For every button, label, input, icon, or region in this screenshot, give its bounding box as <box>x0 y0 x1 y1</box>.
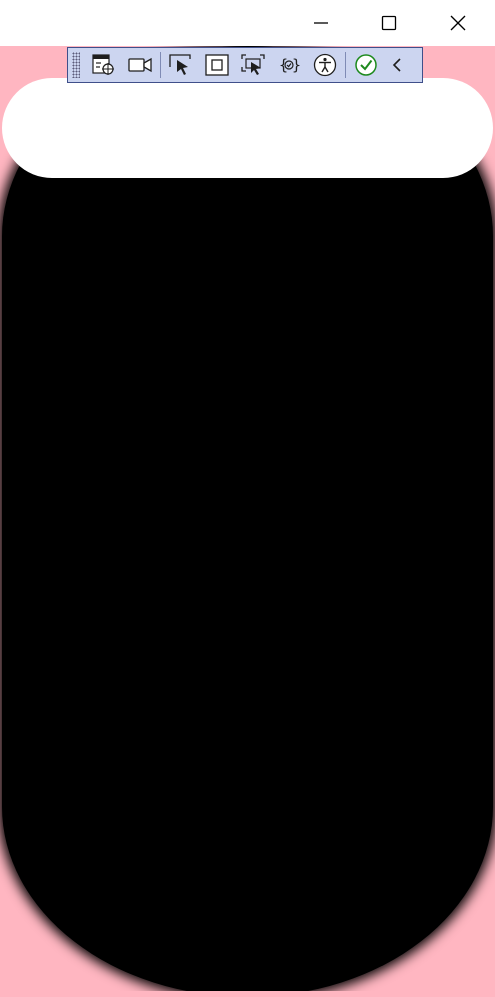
bottom-status-strip <box>0 991 495 997</box>
track-focused-element-button[interactable] <box>235 49 271 81</box>
select-element-button[interactable] <box>163 49 199 81</box>
window-titlebar <box>0 0 495 46</box>
track-focused-element-icon <box>241 54 265 75</box>
maximize-icon <box>381 15 397 31</box>
display-layout-adorners-icon <box>205 54 229 76</box>
app-content <box>0 46 495 997</box>
collapse-toolbar-button[interactable] <box>384 49 410 81</box>
binding-failures-button[interactable]: { } <box>271 49 307 81</box>
live-visual-tree-button[interactable] <box>86 49 122 81</box>
collapse-toolbar-icon <box>392 58 401 72</box>
white-rounded-banner <box>2 78 493 178</box>
display-layout-adorners-button[interactable] <box>199 49 235 81</box>
record-video-button[interactable] <box>122 49 158 81</box>
svg-text:{: { <box>279 56 288 74</box>
toolbar-separator <box>160 52 161 78</box>
accessibility-checker-button[interactable] <box>307 49 343 81</box>
toolbar-separator <box>345 52 346 78</box>
hot-reload-ok-icon <box>355 54 377 76</box>
select-element-icon <box>169 54 191 75</box>
minimize-icon <box>314 22 328 24</box>
live-visual-tree-icon <box>92 54 114 75</box>
close-button[interactable] <box>435 0 481 46</box>
xaml-debug-toolbar: { } <box>67 47 423 83</box>
black-rounded-shape <box>2 46 493 997</box>
accessibility-checker-icon <box>313 53 337 77</box>
hot-reload-status-button[interactable] <box>348 49 384 81</box>
minimize-button[interactable] <box>298 0 344 46</box>
record-video-icon <box>128 57 152 73</box>
toolbar-grip[interactable] <box>72 52 80 78</box>
maximize-button[interactable] <box>366 0 412 46</box>
close-icon <box>450 15 466 31</box>
binding-failures-icon: { } <box>279 56 301 74</box>
